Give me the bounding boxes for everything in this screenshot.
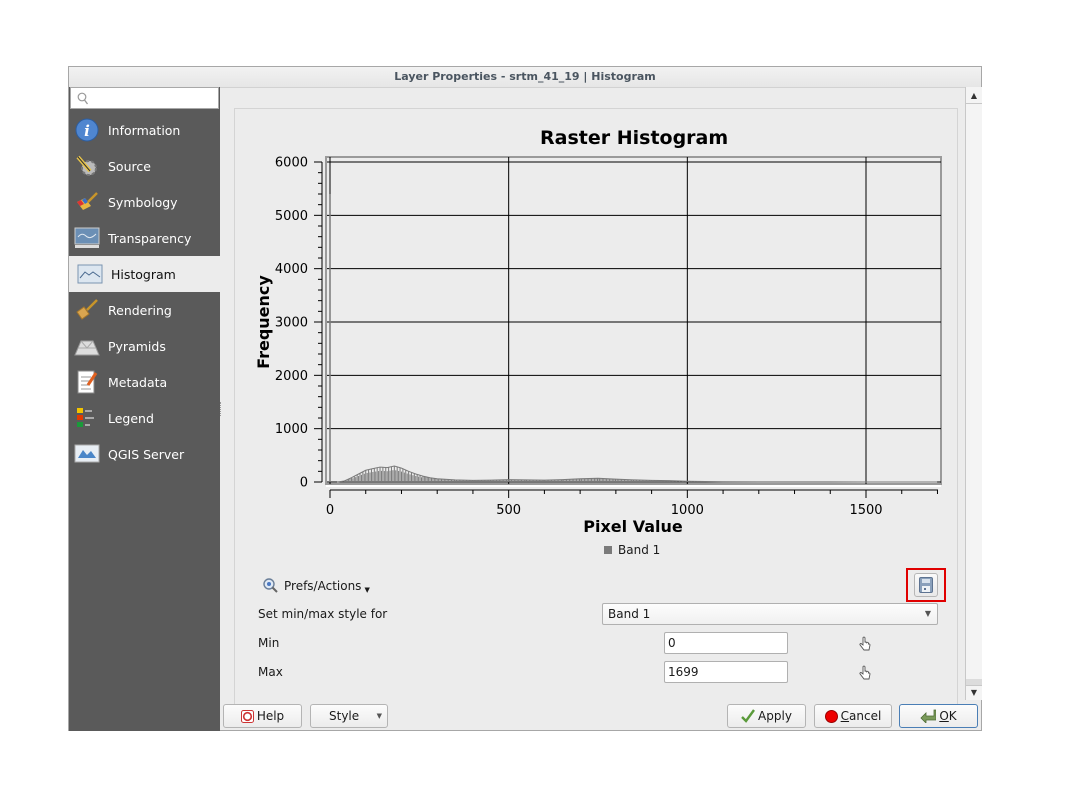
min-label: Min: [258, 636, 280, 650]
magnifier-settings-icon: [263, 578, 278, 593]
legend-label-band-1: Band 1: [618, 543, 661, 557]
prefs-actions-label: Prefs/Actions: [284, 579, 362, 593]
dropdown-arrow-icon: ▼: [364, 586, 370, 594]
pick-max-from-map-icon[interactable]: [857, 665, 873, 681]
cancel-button[interactable]: Cancel: [814, 704, 892, 728]
x-tick-label: 500: [496, 503, 521, 518]
x-axis-label: Pixel Value: [583, 517, 683, 536]
style-button[interactable]: Style ▼: [310, 704, 388, 728]
cancel-label: Cancel: [840, 709, 882, 723]
x-tick-label: 1500: [849, 503, 882, 518]
highlight-annotation: [906, 568, 946, 602]
y-tick-label: 5000: [275, 209, 308, 224]
band-select[interactable]: Band 1 ▼: [602, 603, 938, 625]
x-tick-label: 1000: [671, 503, 704, 518]
minmax-style-label: Set min/max style for: [258, 607, 388, 621]
y-tick-label: 3000: [275, 316, 308, 331]
max-label: Max: [258, 665, 283, 679]
help-label: Help: [256, 709, 285, 723]
y-tick-label: 4000: [275, 262, 308, 277]
ok-button[interactable]: OK: [899, 704, 978, 728]
ok-label: OK: [939, 709, 957, 723]
help-button[interactable]: Help: [223, 704, 302, 728]
prefs-actions-button[interactable]: Prefs/Actions ▼: [262, 577, 370, 595]
band-select-value: Band 1: [608, 607, 651, 621]
y-tick-label: 2000: [275, 369, 308, 384]
style-label: Style: [329, 709, 360, 723]
plot-area: [325, 156, 942, 485]
apply-button[interactable]: Apply: [727, 704, 806, 728]
max-input[interactable]: 1699: [664, 661, 788, 683]
y-axis-label: Frequency: [254, 275, 273, 369]
chevron-down-icon: ▼: [376, 712, 382, 720]
help-icon: [240, 709, 254, 723]
chart-legend: Band 1: [604, 543, 660, 557]
stop-icon: [824, 709, 838, 723]
x-tick-label: 0: [326, 503, 334, 518]
y-tick-label: 6000: [275, 156, 308, 171]
checkmark-icon: [741, 709, 756, 723]
apply-label: Apply: [758, 709, 792, 723]
y-tick-label: 1000: [275, 422, 308, 437]
ok-arrow-icon: [920, 709, 937, 723]
legend-swatch: [604, 546, 612, 554]
histogram-chart: 0 1000 2000 3000 4000 5000 6000 0 500 1000 1500 Pix…: [254, 156, 942, 536]
y-tick-label: 0: [300, 476, 308, 491]
min-input[interactable]: 0: [664, 632, 788, 654]
pick-min-from-map-icon[interactable]: [857, 636, 873, 652]
chevron-down-icon: ▼: [924, 609, 931, 618]
